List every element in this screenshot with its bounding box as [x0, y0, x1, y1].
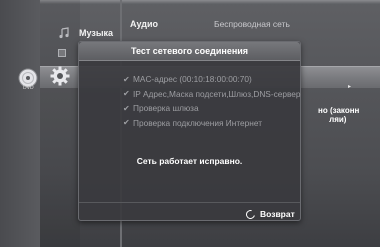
check-item-mac: ✔ MAC-адрес (00:10:18:00:00:70): [123, 72, 301, 87]
menu-item-audio[interactable]: Аудио: [130, 19, 158, 29]
check-list: ✔ MAC-адрес (00:10:18:00:00:70) ✔ IP Адр…: [123, 72, 301, 130]
menu-item-music[interactable]: Музыка: [79, 28, 113, 38]
dialog-divider: [79, 202, 300, 203]
dialog-title: Тест сетевого соединения: [79, 42, 300, 61]
network-test-dialog: Тест сетевого соединения ✔ MAC-адрес (00…: [78, 41, 301, 221]
check-icon: ✔: [123, 103, 130, 113]
dvd-label: DVD: [23, 85, 34, 91]
side-value-text: но (законн ляи): [318, 106, 380, 124]
result-message: Сеть работает исправно.: [136, 156, 243, 166]
return-icon: [244, 207, 257, 221]
check-label: MAC-адрес (00:10:18:00:00:70): [133, 74, 252, 85]
check-icon: ✔: [123, 74, 130, 84]
check-label: Проверка подключения Интернет: [133, 117, 262, 128]
side-value-label: но (законн ляи): [318, 106, 360, 124]
music-icon: [57, 26, 71, 40]
return-button[interactable]: Возврат: [244, 207, 295, 221]
menu-item-wireless[interactable]: Беспроводная сеть: [214, 19, 290, 29]
check-item-ip: ✔ IP Адрес,Маска подсети,Шлюз,DNS-сервер: [123, 87, 301, 102]
gear-icon[interactable]: [49, 65, 71, 87]
check-label: IP Адрес,Маска подсети,Шлюз,DNS-сервер: [133, 88, 301, 99]
settings-screen: Музыка Аудио Беспроводная сеть DVD ▸ но …: [0, 0, 380, 247]
check-item-gateway: ✔ Проверка шлюза: [123, 101, 301, 116]
check-label: Проверка шлюза: [133, 103, 199, 114]
check-item-internet: ✔ Проверка подключения Интернет: [123, 116, 301, 131]
left-column: [0, 0, 40, 247]
submenu-arrow-icon: ▸: [348, 84, 352, 90]
check-icon: ✔: [123, 118, 130, 128]
settings-sub-icon: [58, 49, 66, 57]
return-label: Возврат: [260, 209, 295, 219]
check-icon: ✔: [123, 89, 130, 99]
